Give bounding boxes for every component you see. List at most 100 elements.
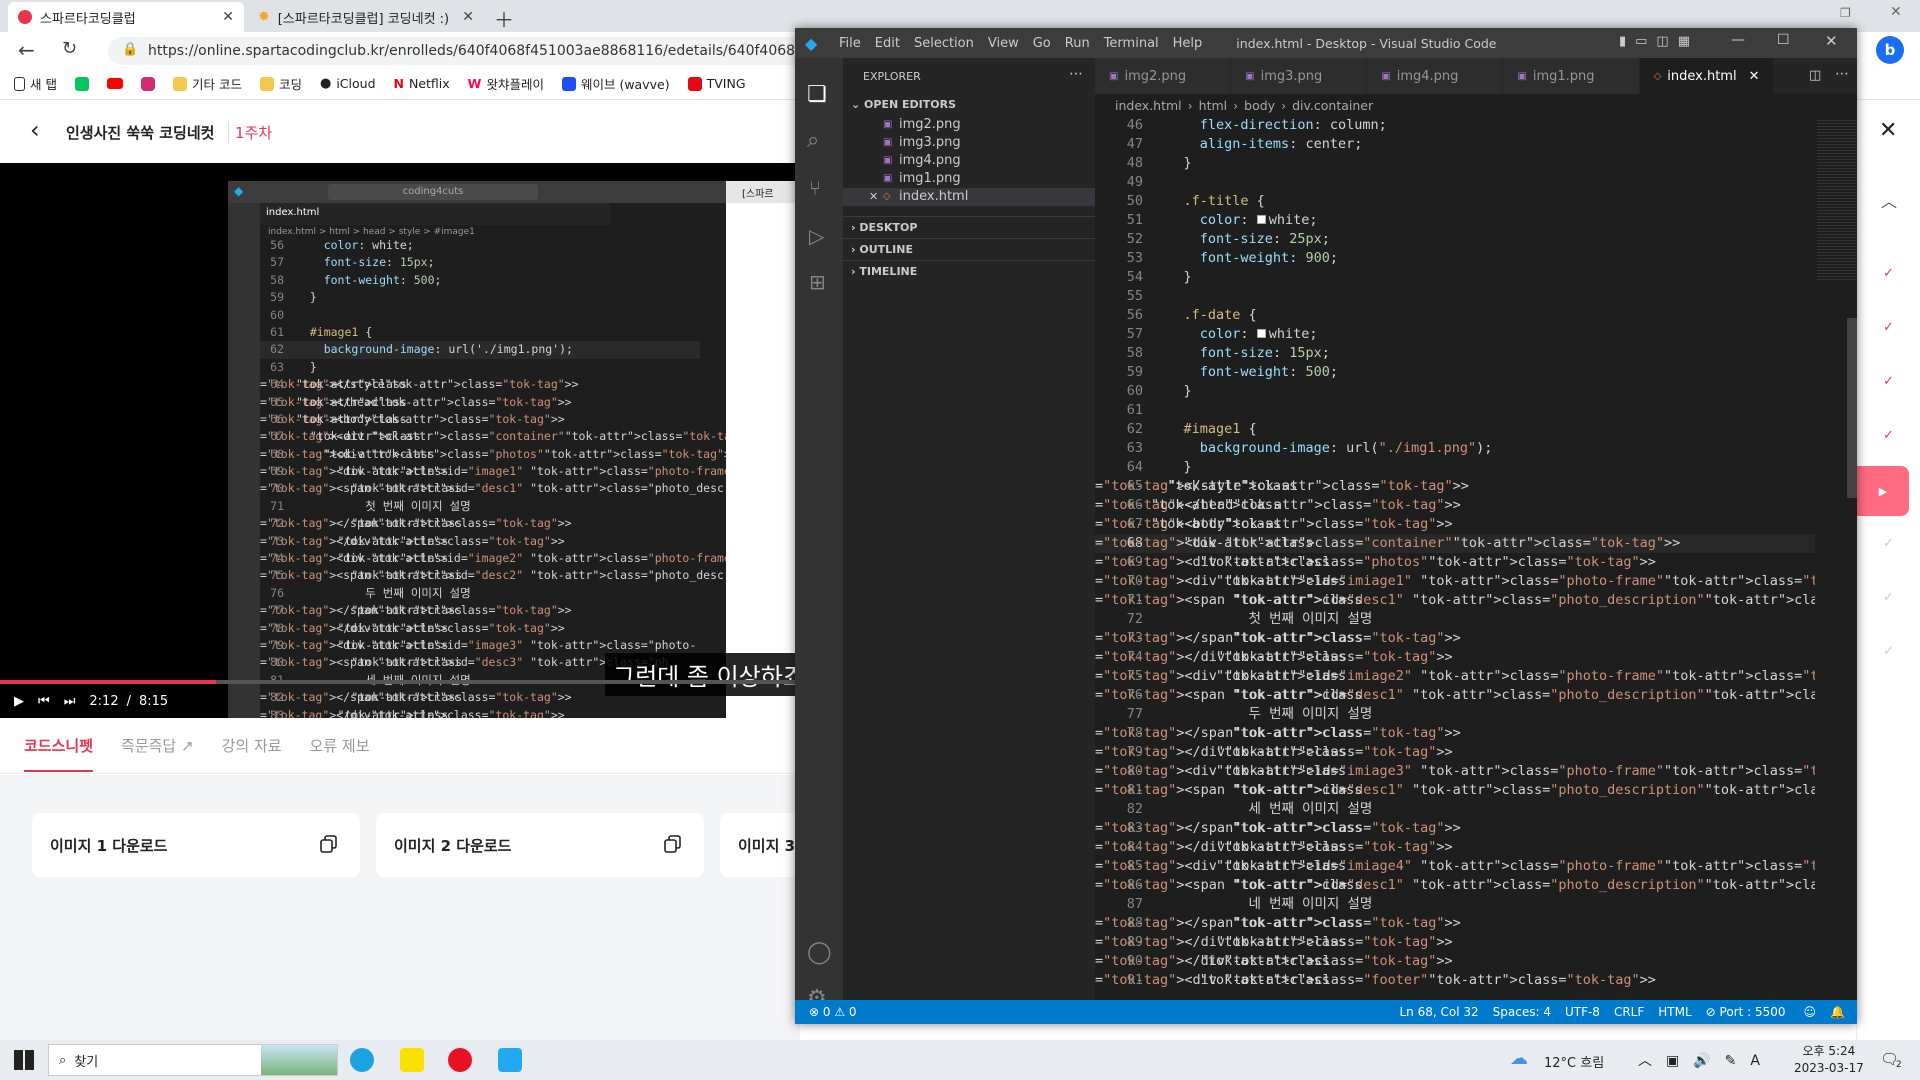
code-line[interactable]: 87 네 번째 이미지 설명: [1095, 895, 1815, 914]
bookmark-tving[interactable]: TVING: [687, 76, 746, 91]
bookmark-new-tab[interactable]: 새 탭: [14, 74, 57, 93]
bell-icon[interactable]: 🔔: [1830, 1005, 1845, 1019]
cursor-position[interactable]: Ln 68, Col 32: [1399, 1005, 1478, 1019]
vertical-scrollbar[interactable]: [1847, 318, 1857, 498]
code-line[interactable]: 63 background-image: url("./img1.png");: [1095, 439, 1815, 458]
code-line[interactable]: 67 "tok-attr">class ="tok-tag"><body"tok-a…: [1095, 515, 1815, 534]
menu-run[interactable]: Run: [1065, 36, 1090, 51]
open-editors-header[interactable]: ⌄ OPEN EDITORS: [851, 98, 956, 111]
code-line[interactable]: 54 }: [1095, 268, 1815, 287]
code-line[interactable]: 59 font-weight: 500;: [1095, 363, 1815, 382]
video-progress-bar[interactable]: [0, 680, 800, 684]
search-icon[interactable]: ⌕: [807, 128, 819, 153]
code-line[interactable]: 48 }: [1095, 154, 1815, 173]
breadcrumb-item[interactable]: body: [1244, 98, 1275, 113]
code-line[interactable]: 78 "tok-attr">class ="tok-tag"></span"tok…: [1095, 724, 1815, 743]
bookmark-icloud[interactable]: ● iCloud: [320, 76, 376, 91]
indentation[interactable]: Spaces: 4: [1493, 1005, 1551, 1019]
code-line[interactable]: 53 font-weight: 900;: [1095, 249, 1815, 268]
language-mode[interactable]: HTML: [1658, 1005, 1691, 1019]
window-restore-icon[interactable]: ❐: [1840, 6, 1851, 20]
breadcrumb-item[interactable]: div.container: [1292, 98, 1373, 113]
code-line[interactable]: 51 color: white;: [1095, 211, 1815, 230]
menu-terminal[interactable]: Terminal: [1104, 36, 1159, 51]
breadcrumb-item[interactable]: html: [1199, 98, 1227, 113]
bookmark-youtube[interactable]: [106, 78, 123, 89]
bookmark-coding[interactable]: 코딩: [259, 74, 302, 93]
browser-tab-sparta[interactable]: 스파르타코딩클럽 ✕: [8, 2, 244, 32]
code-line[interactable]: 83 "tok-attr">class ="tok-tag"></span"tok…: [1095, 819, 1815, 838]
back-chevron-icon[interactable]: ‹: [30, 116, 40, 144]
windows-start-icon[interactable]: [14, 1050, 34, 1070]
close-icon[interactable]: ✕: [1749, 69, 1760, 84]
code-line[interactable]: 46 flex-direction: column;: [1095, 116, 1815, 135]
bookmark-watcha[interactable]: W 왓챠플레이: [468, 74, 544, 93]
skip-forward-icon[interactable]: ⏭: [64, 694, 76, 709]
menu-go[interactable]: Go: [1033, 36, 1051, 51]
code-line[interactable]: 77 두 번째 이미지 설명: [1095, 705, 1815, 724]
taskbar-search[interactable]: ⌕ 찾기: [48, 1044, 338, 1076]
menu-edit[interactable]: Edit: [875, 36, 900, 51]
code-line[interactable]: 79 "tok-attr">class ="tok-tag"></div"tok-…: [1095, 743, 1815, 762]
edge-icon[interactable]: [350, 1048, 374, 1072]
code-line[interactable]: 57 color: white;: [1095, 325, 1815, 344]
menu-file[interactable]: File: [839, 36, 861, 51]
code-line[interactable]: 62 #image1 {: [1095, 420, 1815, 439]
code-line[interactable]: 58 font-size: 15px;: [1095, 344, 1815, 363]
editor-tab[interactable]: ▣ img4.png: [1367, 58, 1504, 94]
encoding[interactable]: UTF-8: [1565, 1005, 1600, 1019]
code-line[interactable]: 86 "tok-attr">class ="tok-tag"><span "tok…: [1095, 876, 1815, 895]
account-icon[interactable]: ◯: [807, 940, 832, 965]
code-editor[interactable]: 46 flex-direction: column; 47 align-items…: [1095, 116, 1815, 1000]
source-control-icon[interactable]: ⑂: [809, 176, 821, 200]
code-line[interactable]: 82 세 번째 이미지 설명: [1095, 800, 1815, 819]
new-tab-icon[interactable]: ＋: [494, 4, 514, 33]
download-card-2[interactable]: 이미지 2 다운로드: [376, 813, 704, 877]
bookmark-wavve[interactable]: 웨이브 (wavve): [561, 74, 670, 93]
vscode-taskbar-icon[interactable]: [498, 1048, 522, 1072]
code-line[interactable]: 55: [1095, 287, 1815, 306]
code-line[interactable]: 65 "tok-attr">class ="tok-tag"></style"to…: [1095, 477, 1815, 496]
code-line[interactable]: 74 "tok-attr">class ="tok-tag"></div"tok-…: [1095, 648, 1815, 667]
tab-materials[interactable]: 강의 자료: [222, 735, 282, 756]
open-editor-item[interactable]: ✕ ◇ index.html: [843, 188, 1095, 206]
code-line[interactable]: 81 "tok-attr">class ="tok-tag"><span "tok…: [1095, 781, 1815, 800]
skip-back-icon[interactable]: ⏮: [38, 694, 50, 709]
window-close-icon[interactable]: ✕: [1890, 4, 1902, 20]
tab-code-snippet[interactable]: 코드스니펫: [24, 735, 94, 772]
close-icon[interactable]: ✕: [1879, 118, 1897, 143]
section-timeline[interactable]: › TIMELINE: [843, 260, 1095, 282]
code-line[interactable]: 72 첫 번째 이미지 설명: [1095, 610, 1815, 629]
menu-view[interactable]: View: [988, 36, 1019, 51]
copy-icon[interactable]: [664, 835, 682, 853]
editor-tab[interactable]: ◇ index.html ✕: [1639, 58, 1775, 94]
line-endings[interactable]: CRLF: [1614, 1005, 1644, 1019]
tray-icons[interactable]: ︿▣🔊✎A: [1638, 1050, 1774, 1070]
code-line[interactable]: 66 "tok-attr">class ="tok-tag"></head"tok-…: [1095, 496, 1815, 515]
live-server-port[interactable]: ⊘ Port : 5500: [1706, 1005, 1786, 1019]
bookmark-netflix[interactable]: N Netflix: [394, 76, 450, 91]
tab-qna[interactable]: 즉문즉답 ↗: [121, 735, 194, 756]
minimap[interactable]: [1815, 116, 1857, 1000]
download-card-3[interactable]: 이미지 3: [720, 813, 800, 877]
minimize-icon[interactable]: —: [1731, 32, 1745, 48]
media-player-icon[interactable]: [448, 1048, 472, 1072]
code-line[interactable]: 56 .f-date {: [1095, 306, 1815, 325]
code-line[interactable]: 89 "tok-attr">class ="tok-tag"></div"tok-…: [1095, 933, 1815, 952]
code-line[interactable]: 73 "tok-attr">class ="tok-tag"></span"tok…: [1095, 629, 1815, 648]
chevron-up-icon[interactable]: ︿: [1881, 188, 1897, 212]
code-line[interactable]: 70 "tok-attr">class ="tok-tag"><div "tok-…: [1095, 572, 1815, 591]
code-line[interactable]: 69 "tok-attr">class ="tok-tag"><div "tok-…: [1095, 553, 1815, 572]
code-line[interactable]: 90 "tok-attr">class ="tok-tag"></div"tok-…: [1095, 952, 1815, 971]
close-icon[interactable]: ✕: [869, 188, 878, 206]
feedback-icon[interactable]: ☺: [1804, 1005, 1817, 1019]
open-editor-item[interactable]: ▣ img3.png: [843, 134, 1095, 152]
code-line[interactable]: 47 align-items: center;: [1095, 135, 1815, 154]
tab-close-icon[interactable]: ✕: [462, 9, 474, 25]
code-line[interactable]: 80 "tok-attr">class ="tok-tag"><div "tok-…: [1095, 762, 1815, 781]
code-line[interactable]: 76 "tok-attr">class ="tok-tag"><span "tok…: [1095, 686, 1815, 705]
problems-count[interactable]: ⊗ 0 ⚠ 0: [809, 1005, 857, 1019]
files-icon[interactable]: ❏: [807, 82, 827, 107]
section-outline[interactable]: › OUTLINE: [843, 238, 1095, 260]
maximize-icon[interactable]: ☐: [1777, 32, 1790, 48]
